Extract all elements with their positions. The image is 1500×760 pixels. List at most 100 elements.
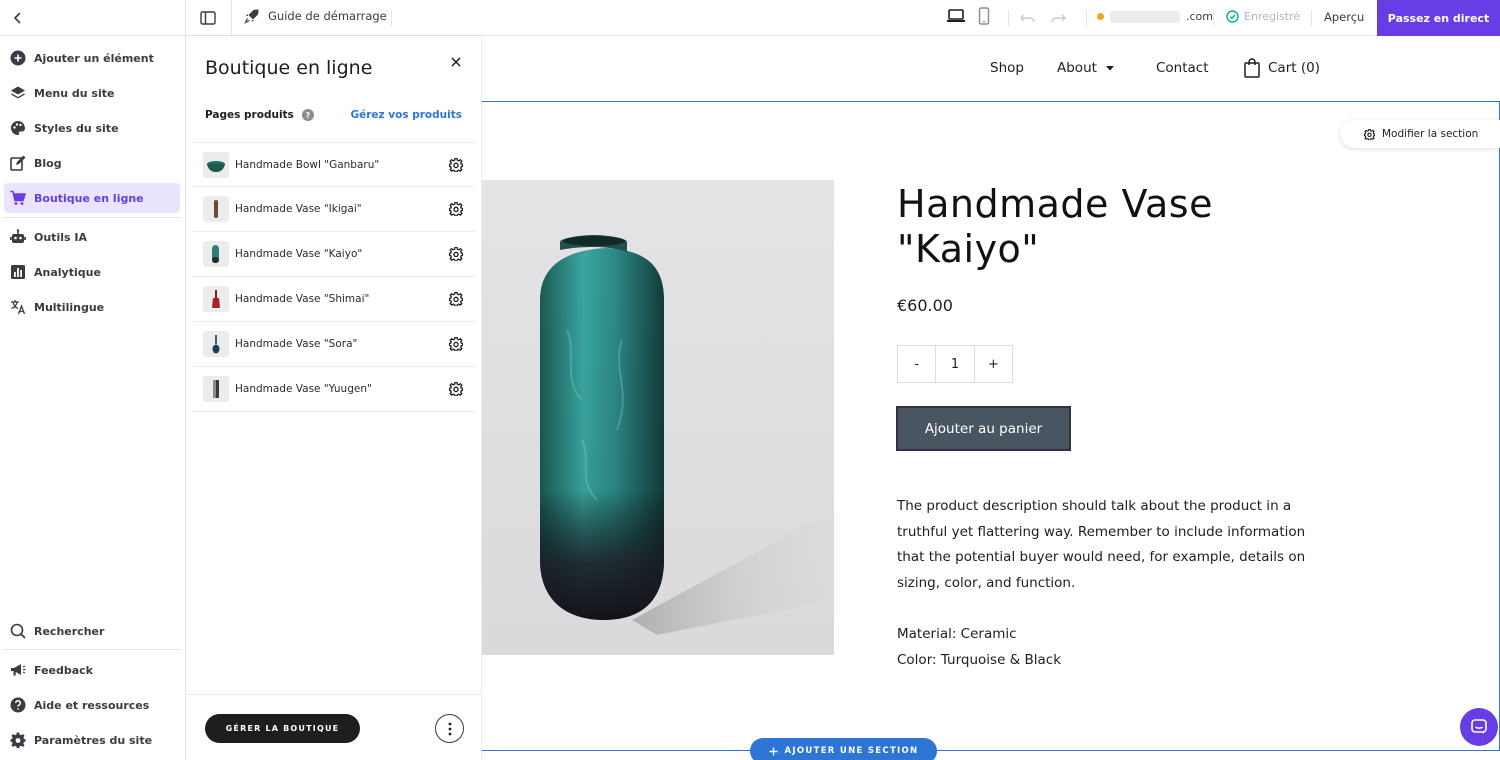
rocket-icon bbox=[244, 9, 259, 24]
startup-guide-button[interactable]: Guide de démarrage bbox=[244, 8, 387, 24]
topbar-divider bbox=[185, 0, 186, 36]
bowl-thumbnail-icon bbox=[207, 160, 225, 172]
product-settings-icon[interactable] bbox=[449, 158, 463, 172]
product-settings-icon[interactable] bbox=[449, 247, 463, 261]
check-circle-icon bbox=[1226, 10, 1239, 23]
qty-value[interactable]: 1 bbox=[936, 346, 975, 382]
nav-shop[interactable]: Shop bbox=[990, 60, 1024, 76]
product-specs[interactable]: Material: Ceramic Color: Turquoise & Bla… bbox=[897, 622, 1061, 673]
more-options-button[interactable] bbox=[435, 714, 464, 743]
mobile-view-button[interactable] bbox=[978, 7, 990, 29]
list-item[interactable]: Handmade Vase "Shimai" bbox=[193, 277, 475, 322]
sidebar-item-search[interactable]: Rechercher bbox=[4, 616, 180, 646]
manage-store-button[interactable]: GÉRER LA BOUTIQUE bbox=[205, 714, 360, 743]
shopping-bag-icon bbox=[1244, 58, 1260, 78]
product-title[interactable]: Handmade Vase "Kaiyo" bbox=[897, 182, 1317, 272]
site-header-nav: Shop About Contact Cart (0) bbox=[482, 36, 1500, 102]
close-icon bbox=[451, 57, 461, 67]
list-item[interactable]: Handmade Vase "Sora" bbox=[193, 322, 475, 367]
sidebar-item-label: Outils IA bbox=[34, 230, 87, 244]
topbar-divider bbox=[1008, 10, 1009, 26]
nav-contact[interactable]: Contact bbox=[1156, 60, 1209, 76]
chat-support-button[interactable] bbox=[1460, 708, 1498, 746]
sidebar-item-site-menu[interactable]: Menu du site bbox=[4, 78, 180, 108]
product-settings-icon[interactable] bbox=[449, 382, 463, 396]
sidebar-item-add-element[interactable]: Ajouter un élément bbox=[4, 43, 180, 73]
topbar-divider bbox=[1311, 10, 1312, 26]
caret-down-icon bbox=[1105, 66, 1114, 71]
domain-suffix: .com bbox=[1186, 10, 1213, 23]
preview-button[interactable]: Aperçu bbox=[1324, 10, 1364, 24]
sidebar-item-site-settings[interactable]: Paramètres du site bbox=[4, 725, 180, 755]
sidebar-item-label: Menu du site bbox=[34, 86, 115, 100]
qty-decrement-button[interactable]: - bbox=[898, 346, 937, 382]
status-dot-icon bbox=[1097, 13, 1104, 20]
product-settings-icon[interactable] bbox=[449, 292, 463, 306]
sidebar-item-analytics[interactable]: Analytique bbox=[4, 257, 180, 287]
list-item[interactable]: Handmade Vase "Kaiyo" bbox=[193, 232, 475, 277]
list-item[interactable]: Handmade Bowl "Ganbaru" bbox=[193, 142, 475, 187]
product-name: Handmade Vase "Kaiyo" bbox=[235, 248, 363, 260]
manage-products-link[interactable]: Gérez vos produits bbox=[350, 109, 462, 121]
add-section-button[interactable]: AJOUTER UNE SECTION bbox=[750, 738, 937, 760]
back-button[interactable] bbox=[0, 0, 36, 36]
desktop-view-button[interactable] bbox=[946, 8, 966, 28]
topbar-divider bbox=[231, 0, 232, 36]
plus-icon bbox=[769, 747, 778, 755]
add-to-cart-button[interactable]: Ajouter au panier bbox=[896, 406, 1071, 451]
product-description[interactable]: The product description should talk abou… bbox=[897, 494, 1327, 597]
gear-icon bbox=[1364, 128, 1375, 140]
undo-icon bbox=[1020, 14, 1035, 23]
domain-name-redacted bbox=[1110, 10, 1180, 23]
vase-thumbnail-icon bbox=[212, 290, 220, 308]
add-section-label: AJOUTER UNE SECTION bbox=[784, 746, 919, 756]
sidebar-item-label: Paramètres du site bbox=[34, 733, 153, 747]
more-vertical-icon bbox=[448, 722, 451, 735]
edit-section-button[interactable]: Modifier la section bbox=[1340, 120, 1500, 148]
edit-section-label: Modifier la section bbox=[1382, 128, 1479, 140]
close-panel-button[interactable] bbox=[448, 54, 464, 70]
list-item[interactable]: Handmade Vase "Yuugen" bbox=[193, 367, 475, 412]
nav-cart[interactable]: Cart (0) bbox=[1244, 58, 1320, 78]
vase-thumbnail-icon bbox=[212, 245, 219, 263]
undo-button[interactable] bbox=[1020, 9, 1036, 28]
product-thumbnail bbox=[203, 331, 229, 357]
topbar-divider bbox=[1086, 10, 1087, 26]
sidebar-item-ai-tools[interactable]: Outils IA bbox=[4, 222, 180, 252]
toggle-sidebar-button[interactable] bbox=[198, 8, 218, 28]
sidebar-item-feedback[interactable]: Feedback bbox=[4, 655, 180, 685]
nav-about-label: About bbox=[1057, 60, 1097, 76]
help-icon bbox=[10, 697, 26, 713]
product-name: Handmade Vase "Sora" bbox=[235, 338, 358, 350]
product-thumbnail bbox=[203, 151, 229, 178]
translate-icon bbox=[11, 300, 26, 315]
product-settings-icon[interactable] bbox=[449, 337, 463, 351]
product-settings-icon[interactable] bbox=[449, 202, 463, 216]
sidebar-item-help[interactable]: Aide et ressources bbox=[4, 690, 180, 720]
product-thumbnail bbox=[203, 241, 229, 267]
question-icon[interactable]: ? bbox=[301, 109, 314, 121]
nav-about[interactable]: About bbox=[1057, 60, 1115, 76]
vase-thumbnail-icon bbox=[214, 200, 218, 218]
sidebar-item-site-styles[interactable]: Styles du site bbox=[4, 113, 180, 143]
robot-icon bbox=[10, 229, 26, 243]
sidebar-item-blog[interactable]: Blog bbox=[4, 148, 180, 178]
sidebar-item-online-store[interactable]: Boutique en ligne bbox=[4, 183, 180, 213]
product-image[interactable] bbox=[482, 180, 834, 655]
sidebar-item-multilingual[interactable]: Multilingue bbox=[4, 292, 180, 322]
chevron-left-icon bbox=[13, 11, 21, 24]
publish-button[interactable]: Passez en direct bbox=[1377, 0, 1500, 36]
chart-icon bbox=[11, 265, 25, 279]
product-price: €60.00 bbox=[897, 296, 953, 315]
list-item[interactable]: Handmade Vase "Ikigai" bbox=[193, 187, 475, 232]
domain-status[interactable]: .com bbox=[1097, 10, 1213, 23]
panel-footer-divider bbox=[186, 694, 482, 695]
online-store-panel: Boutique en ligne Pages produits ? Gérez… bbox=[186, 36, 482, 760]
qty-increment-button[interactable]: + bbox=[975, 346, 1012, 382]
redo-button[interactable] bbox=[1050, 9, 1066, 28]
site-canvas: Shop About Contact Cart (0) Modifier la … bbox=[482, 36, 1500, 760]
vase-photo-illustration bbox=[540, 235, 834, 635]
product-pages-list: Handmade Bowl "Ganbaru" Handmade Vase "I… bbox=[193, 142, 475, 412]
product-color: Color: Turquoise & Black bbox=[897, 651, 1062, 668]
sidebar-item-label: Feedback bbox=[34, 663, 93, 677]
